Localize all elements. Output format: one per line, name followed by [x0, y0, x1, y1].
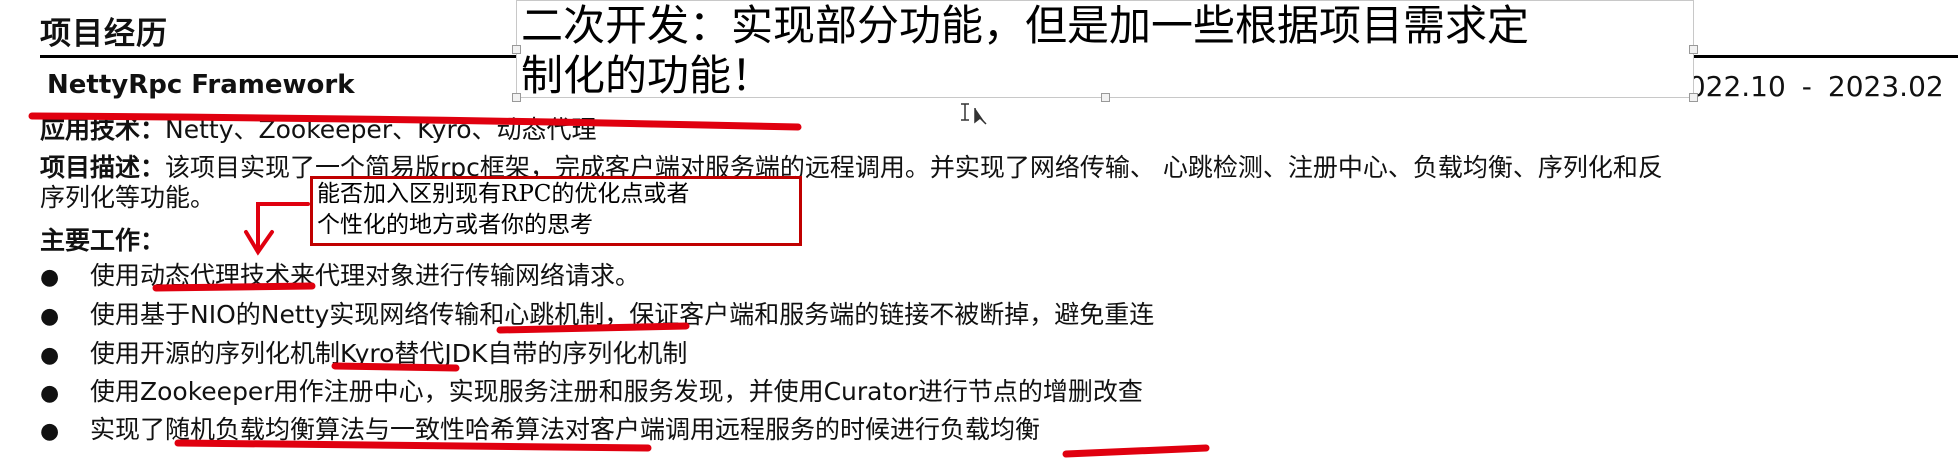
annotation-comment-line-1: 能否加入区别现有RPC的优化点或者	[317, 181, 690, 207]
resize-handle-right[interactable]	[1689, 45, 1698, 54]
resize-handle-left[interactable]	[512, 45, 521, 54]
bullet-icon: ●	[40, 343, 60, 368]
bullet-item: ● 使用Zookeeper用作注册中心，实现服务注册和服务发现，并使用Curato…	[40, 372, 1143, 408]
annotation-textbox[interactable]: 二次开发：实现部分功能，但是加一些根据项目需求定 制化的功能！	[512, 0, 1698, 102]
main-work-title: 主要工作：	[40, 226, 166, 255]
bullet-text: 使用动态代理技术来代理对象进行传输网络请求。	[90, 261, 641, 290]
bullet-icon: ●	[40, 265, 60, 290]
bullet-icon: ●	[40, 419, 60, 444]
date-separator: -	[1801, 70, 1812, 103]
resize-handle-bottom-left[interactable]	[512, 93, 521, 102]
bullet-text: 使用Zookeeper用作注册中心，实现服务注册和服务发现，并使用Curator…	[90, 377, 1143, 406]
down-arrow-icon	[244, 202, 310, 256]
description-line-1: 项目描述：该项目实现了一个简易版rpc框架，完成客户端对服务端的远程调用。并实现…	[40, 148, 1663, 184]
resize-handle-bottom-right[interactable]	[1689, 93, 1698, 102]
date-end: 2023.02	[1827, 70, 1944, 103]
bullet-item: ● 使用基于NIO的Netty实现网络传输和心跳机制，保证客户端和服务端的链接不被…	[40, 295, 1154, 331]
underline-load-balance	[1062, 444, 1210, 458]
project-date-range: 2022.10 - 2023.02	[1670, 70, 1944, 103]
bullet-item: ● 实现了随机负载均衡算法与一致性哈希算法对客户端调用远程服务的时候进行负载均衡	[40, 410, 1040, 446]
bullet-text: 实现了随机负载均衡算法与一致性哈希算法对客户端调用远程服务的时候进行负载均衡	[90, 415, 1041, 444]
resize-handle-bottom[interactable]	[1101, 93, 1110, 102]
tech-stack-label: 应用技术：	[40, 115, 166, 144]
bullet-icon: ●	[40, 381, 60, 406]
bullet-item: ● 使用动态代理技术来代理对象进行传输网络请求。	[40, 256, 640, 292]
annotation-textbox-line-1[interactable]: 二次开发：实现部分功能，但是加一些根据项目需求定	[517, 1, 1693, 51]
text-cursor-icon	[961, 103, 987, 125]
project-name: NettyRpc Framework	[47, 70, 355, 100]
annotation-comment-box[interactable]: 能否加入区别现有RPC的优化点或者 个性化的地方或者你的思考	[310, 176, 802, 246]
tech-stack-line: 应用技术：Netty、Zookeeper、Kyro、动态代理	[40, 110, 597, 146]
section-title: 项目经历	[40, 16, 168, 52]
bullet-icon: ●	[40, 304, 60, 329]
bullet-text: 使用开源的序列化机制Kyro替代JDK自带的序列化机制	[90, 339, 688, 368]
bullet-text: 使用基于NIO的Netty实现网络传输和心跳机制，保证客户端和服务端的链接不被断…	[90, 300, 1155, 329]
tech-stack-value: Netty、Zookeeper、Kyro、动态代理	[165, 115, 597, 144]
annotation-comment-line-2: 个性化的地方或者你的思考	[317, 212, 593, 238]
description-line-2: 序列化等功能。	[40, 183, 216, 212]
bullet-item: ● 使用开源的序列化机制Kyro替代JDK自带的序列化机制	[40, 334, 687, 370]
